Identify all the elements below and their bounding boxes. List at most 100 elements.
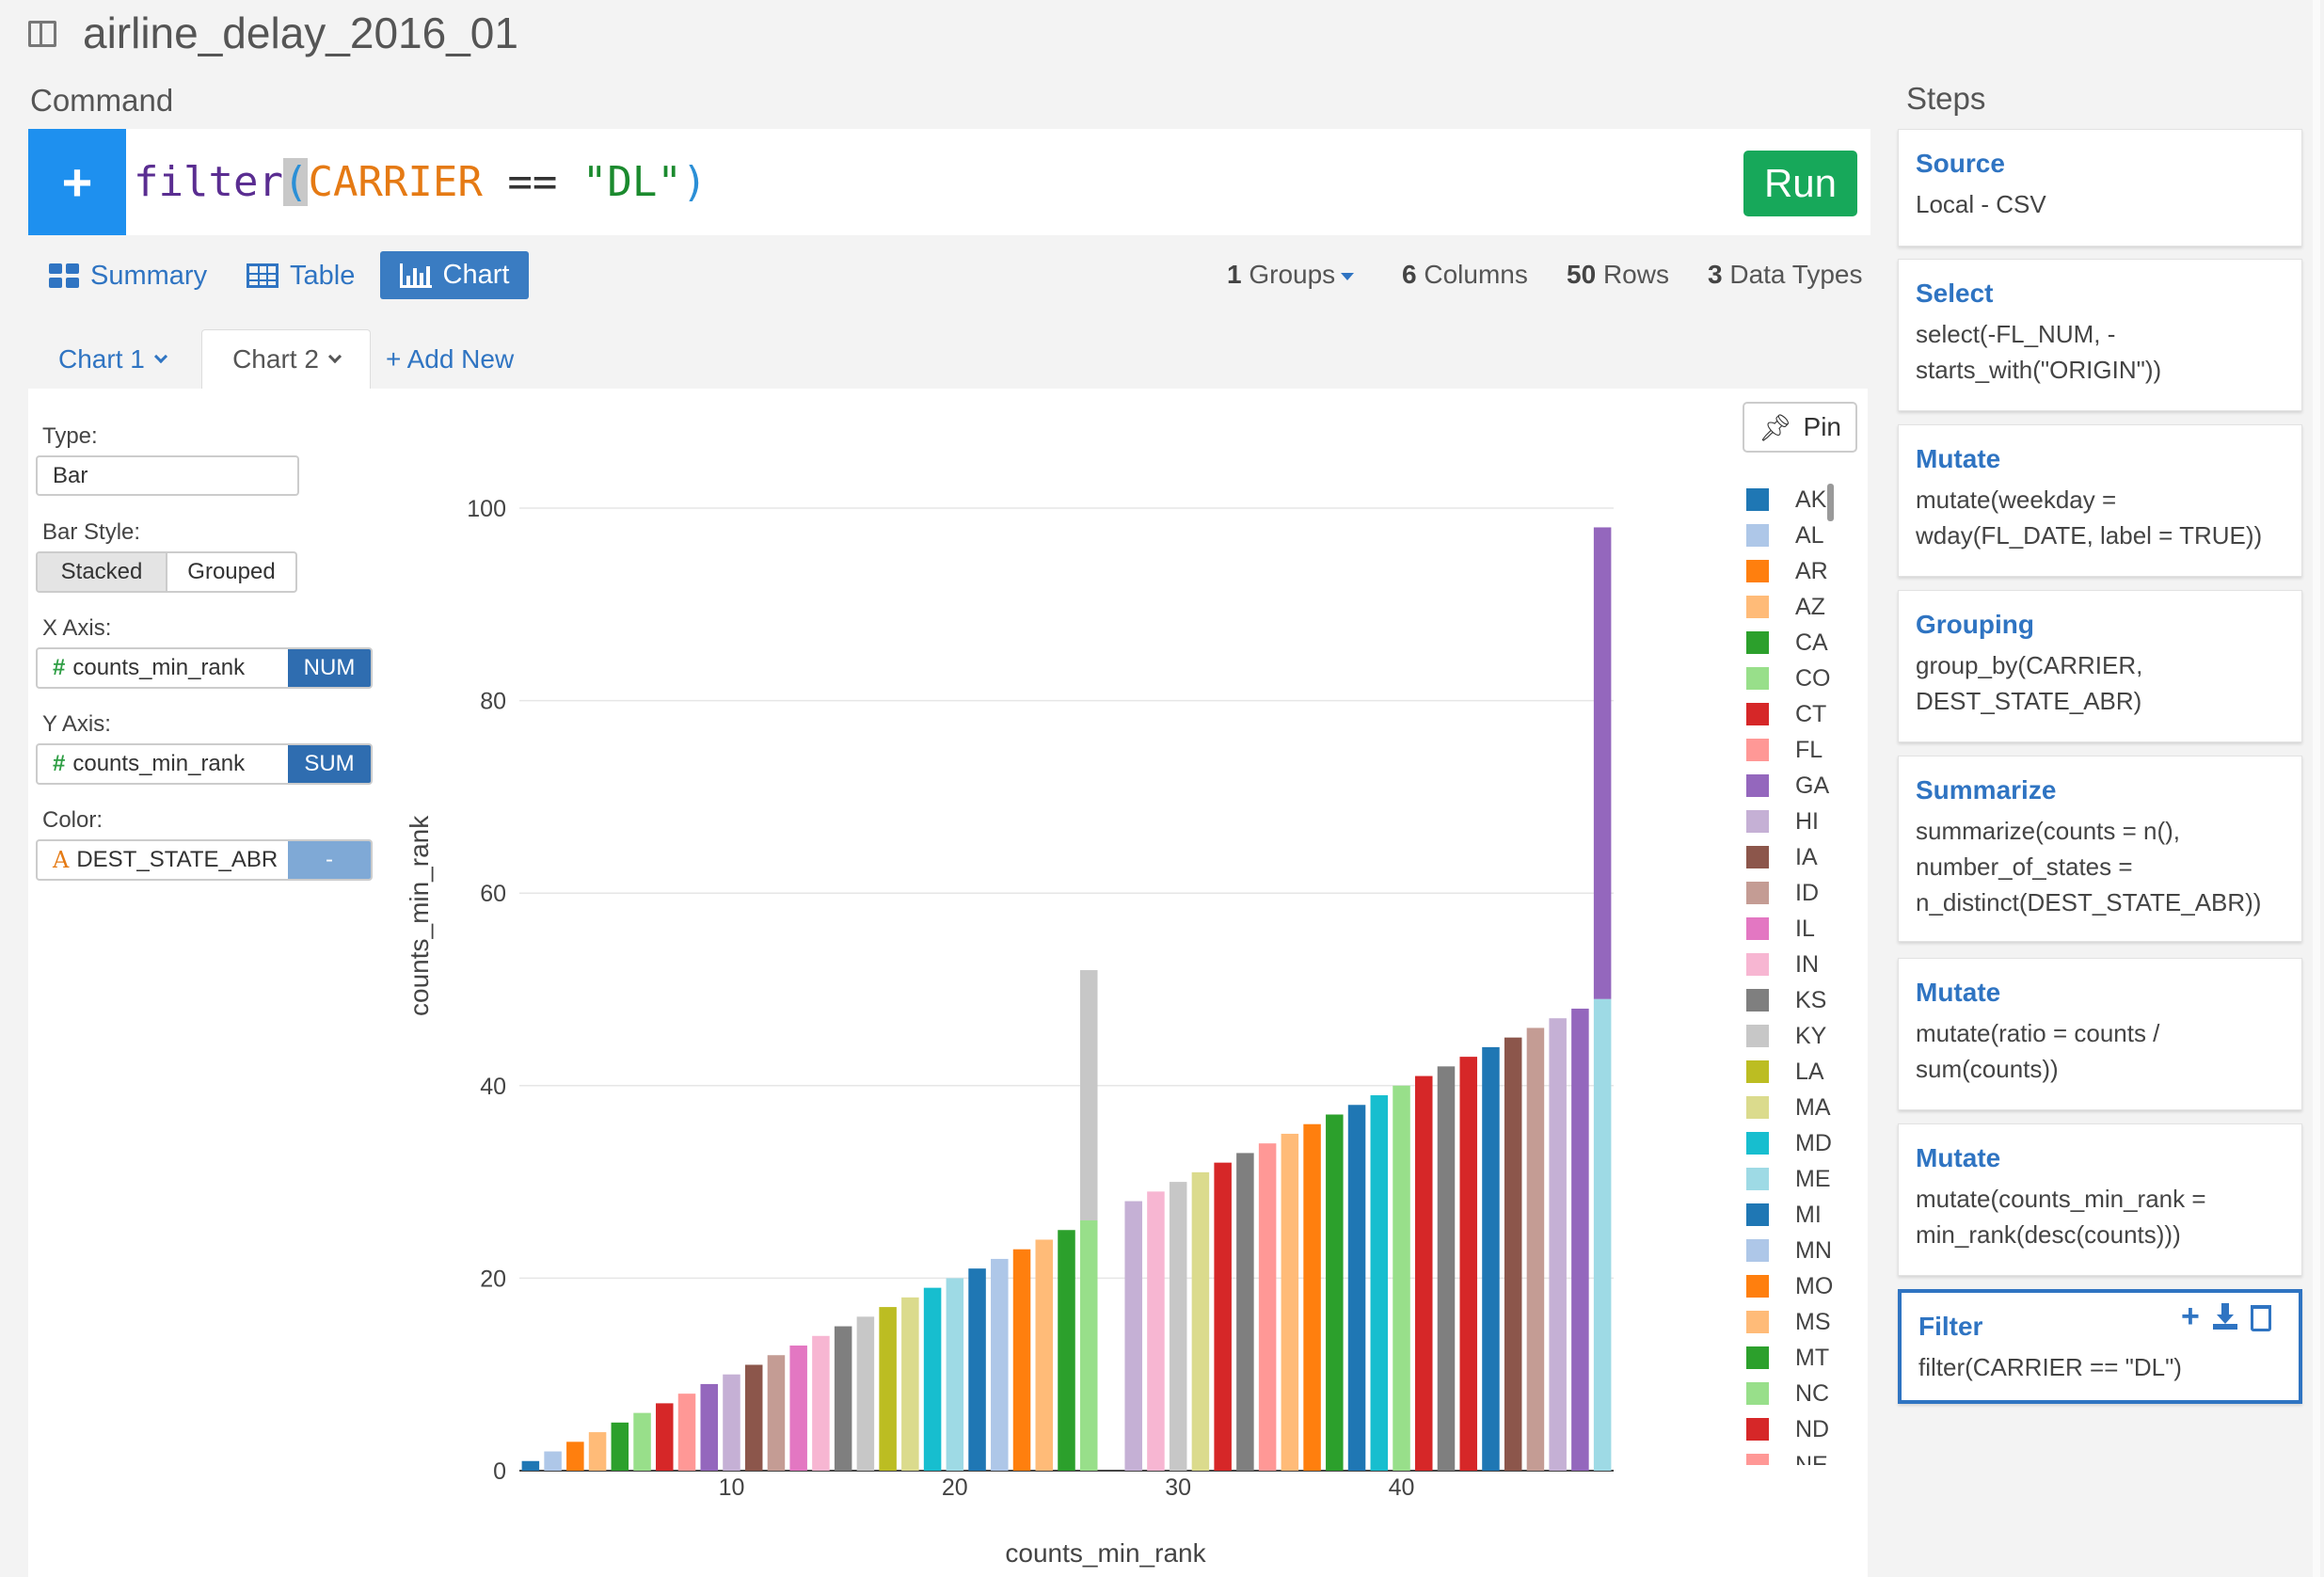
legend-item-AK[interactable]: AK [1746, 482, 1826, 518]
step-title[interactable]: Mutate [1916, 1143, 2284, 1173]
step-mutate[interactable]: Mutate mutate(ratio = counts / sum(counts)… [1898, 958, 2302, 1110]
legend-item-MD[interactable]: MD [1746, 1125, 1832, 1161]
legend-item-IL[interactable]: IL [1746, 911, 1815, 947]
legend-item-CO[interactable]: CO [1746, 661, 1831, 696]
bar-WI-48[interactable] [1571, 1008, 1589, 1471]
legend-item-KY[interactable]: KY [1746, 1018, 1826, 1054]
bar-NY-32[interactable] [1214, 1162, 1232, 1471]
trash-icon[interactable] [2250, 1305, 2271, 1331]
y-axis-selector[interactable]: # counts_min_rank SUM [36, 743, 373, 785]
legend-item-AL[interactable]: AL [1746, 518, 1824, 553]
legend-item-KS[interactable]: KS [1746, 982, 1826, 1018]
legend-item-CA[interactable]: CA [1746, 625, 1828, 661]
bar-GA-9[interactable] [700, 1383, 719, 1471]
bar-IA-11[interactable] [744, 1364, 763, 1471]
command-input[interactable]: filter(CARRIER == "DL") [134, 158, 707, 206]
bar-MO-23[interactable] [1012, 1249, 1031, 1471]
bar-ID-12[interactable] [767, 1355, 786, 1471]
legend-item-ID[interactable]: ID [1746, 875, 1819, 911]
pin-button[interactable]: 📌︎ Pin [1743, 402, 1857, 453]
step-mutate[interactable]: Mutate mutate(weekday = wday(FL_DATE, labe… [1898, 424, 2302, 577]
step-title[interactable]: Summarize [1916, 775, 2284, 805]
legend-item-FL[interactable]: FL [1746, 732, 1823, 768]
bar-IN-14[interactable] [812, 1335, 830, 1471]
step-grouping[interactable]: Grouping group_by(CARRIER, DEST_STATE_ABR) [1898, 590, 2302, 742]
bar-TN-41[interactable] [1414, 1075, 1433, 1471]
bar-AR-3[interactable] [566, 1442, 584, 1471]
bar-ME-20[interactable] [946, 1278, 964, 1471]
bar-NJ-29[interactable] [1147, 1191, 1165, 1471]
legend-item-MI[interactable]: MI [1746, 1197, 1822, 1233]
bar-CA-5[interactable] [611, 1422, 629, 1471]
tab-chart[interactable]: Chart [380, 251, 529, 299]
step-title[interactable]: Mutate [1916, 978, 2284, 1008]
legend-item-HI[interactable]: HI [1746, 804, 1819, 839]
legend-item-LA[interactable]: LA [1746, 1054, 1824, 1090]
bar-NH-28[interactable] [1124, 1201, 1142, 1471]
bar-AZ-4[interactable] [588, 1432, 607, 1471]
bar-FL-8[interactable] [677, 1394, 696, 1471]
y-axis-agg-tag[interactable]: SUM [288, 745, 371, 783]
step-title[interactable]: Select [1916, 279, 2284, 309]
bar-OK-34[interactable] [1258, 1143, 1277, 1471]
bar-GA-49[interactable] [1593, 527, 1612, 999]
run-button[interactable]: Run [1743, 151, 1857, 216]
chart-tab-1[interactable]: Chart 1 [58, 329, 167, 389]
bar-UT-43[interactable] [1459, 1057, 1477, 1471]
step-summarize[interactable]: Summarize summarize(counts = n(), number_o… [1898, 756, 2302, 942]
bar-CT-7[interactable] [656, 1403, 674, 1471]
step-title[interactable]: Mutate [1916, 444, 2284, 474]
chart-tab-2[interactable]: Chart 2 [201, 329, 371, 389]
step-mutate[interactable]: Mutate mutate(counts_min_rank = min_rank(d… [1898, 1123, 2302, 1276]
bar-MI-21[interactable] [968, 1268, 986, 1471]
download-icon[interactable] [2212, 1303, 2237, 1330]
groups-dropdown[interactable]: 1 Groups [1227, 260, 1355, 290]
bar-WV-49[interactable] [1593, 998, 1612, 1471]
bar-MA-18[interactable] [901, 1297, 919, 1471]
tab-summary[interactable]: Summary [49, 252, 207, 299]
bar-CO-6[interactable] [633, 1412, 651, 1471]
bar-MS-24[interactable] [1035, 1239, 1054, 1471]
bar-AK-1[interactable] [521, 1460, 540, 1471]
bar-WA-47[interactable] [1549, 1018, 1567, 1471]
chevron-down-icon[interactable] [153, 349, 167, 363]
add-step-button[interactable]: + [28, 129, 126, 235]
bar-PA-36[interactable] [1303, 1123, 1321, 1471]
step-title[interactable]: Grouping [1916, 610, 2284, 640]
bar-PR-37[interactable] [1326, 1114, 1344, 1471]
legend-item-ND[interactable]: ND [1746, 1411, 1829, 1447]
add-new-chart-link[interactable]: + Add New [386, 329, 514, 389]
bar-MT-25[interactable] [1058, 1230, 1075, 1471]
bar-MN-22[interactable] [991, 1258, 1009, 1471]
legend-item-NE[interactable]: NE [1746, 1447, 1828, 1465]
step-select[interactable]: Select select(-FL_NUM, - starts_with("ORIG… [1898, 259, 2302, 411]
legend-item-IN[interactable]: IN [1746, 947, 1819, 982]
chart-type-select[interactable]: Bar [36, 455, 299, 496]
bar-KY-26[interactable] [1079, 970, 1098, 1221]
bar-SD-40[interactable] [1393, 1085, 1410, 1471]
bar-NC-26[interactable] [1079, 1220, 1098, 1471]
bar-HI-10[interactable] [723, 1374, 740, 1471]
legend-item-AZ[interactable]: AZ [1746, 589, 1825, 625]
grouped-button[interactable]: Grouped [167, 553, 295, 591]
legend-item-MS[interactable]: MS [1746, 1304, 1831, 1340]
bar-NV-31[interactable] [1191, 1171, 1210, 1471]
bar-KY-16[interactable] [856, 1316, 875, 1471]
tab-table[interactable]: Table [247, 252, 355, 299]
chevron-down-icon[interactable] [327, 349, 342, 364]
legend-item-ME[interactable]: ME [1746, 1161, 1831, 1197]
step-title[interactable]: Source [1916, 149, 2284, 179]
bar-KS-15[interactable] [834, 1326, 852, 1471]
legend-item-GA[interactable]: GA [1746, 768, 1829, 804]
bar-RI-38[interactable] [1347, 1105, 1366, 1471]
bar-NM-30[interactable] [1169, 1182, 1187, 1471]
bar-OH-33[interactable] [1236, 1153, 1254, 1471]
bar-IL-13[interactable] [789, 1346, 807, 1471]
page-scrollbar[interactable] [2313, 0, 2320, 1577]
color-selector[interactable]: A DEST_STATE_ABR - [36, 839, 373, 881]
legend-scrollbar[interactable] [1827, 484, 1834, 521]
legend-item-MN[interactable]: MN [1746, 1233, 1832, 1268]
legend-item-NC[interactable]: NC [1746, 1376, 1829, 1411]
bar-AL-2[interactable] [544, 1451, 562, 1471]
step-source[interactable]: Source Local - CSV [1898, 129, 2302, 247]
